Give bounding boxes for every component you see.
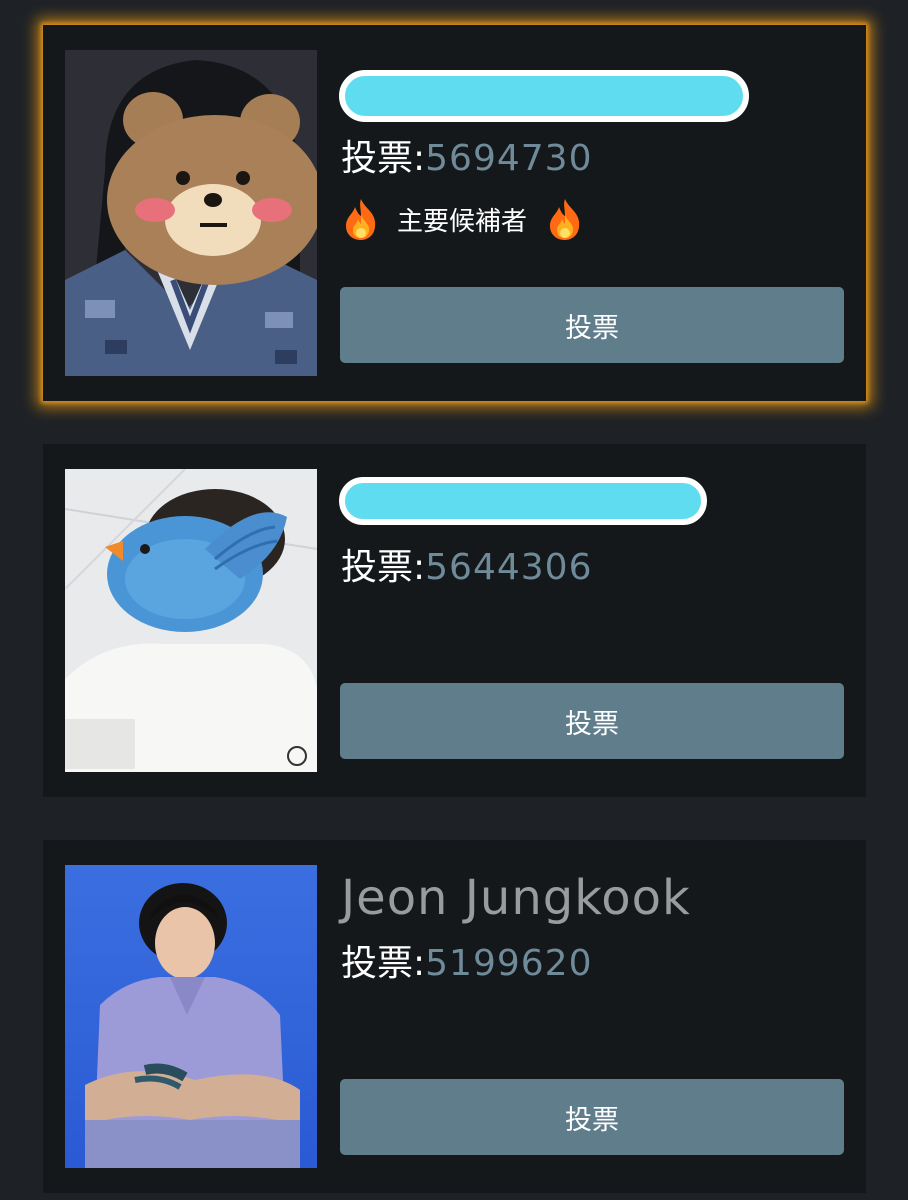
candidate-badge-text: 主要候補者 xyxy=(397,206,528,237)
vote-button[interactable]: 投票 xyxy=(340,287,844,363)
vote-label: 投票: xyxy=(341,547,426,588)
vote-count: 5199620 xyxy=(425,943,593,984)
candidate-card-2: 投票:5644306 投票 xyxy=(43,444,866,797)
candidate-card-1: 投票:5694730 主要候補者 投票 xyxy=(43,25,866,401)
main-candidate-badge: 主要候補者 xyxy=(341,197,585,241)
name-redaction-mark xyxy=(339,477,707,525)
candidate-photo-1 xyxy=(65,50,317,376)
vote-count: 5644306 xyxy=(425,547,593,588)
name-redaction-mark xyxy=(339,70,749,122)
vote-count: 5694730 xyxy=(425,138,593,179)
vote-count-row: 投票:5644306 xyxy=(341,538,592,590)
vote-button[interactable]: 投票 xyxy=(340,683,844,759)
vote-button[interactable]: 投票 xyxy=(340,1079,844,1155)
vote-label: 投票: xyxy=(341,138,426,179)
vote-label: 投票: xyxy=(341,943,426,984)
fire-icon xyxy=(545,197,585,241)
fire-icon xyxy=(341,197,381,241)
candidate-name: Jeon Jungkook xyxy=(341,870,691,926)
candidate-photo-3 xyxy=(65,865,317,1168)
candidate-card-3: Jeon Jungkook 投票:5199620 投票 xyxy=(43,840,866,1193)
vote-count-row: 投票:5199620 xyxy=(341,934,592,986)
vote-count-row: 投票:5694730 xyxy=(341,129,592,181)
candidate-photo-2 xyxy=(65,469,317,772)
